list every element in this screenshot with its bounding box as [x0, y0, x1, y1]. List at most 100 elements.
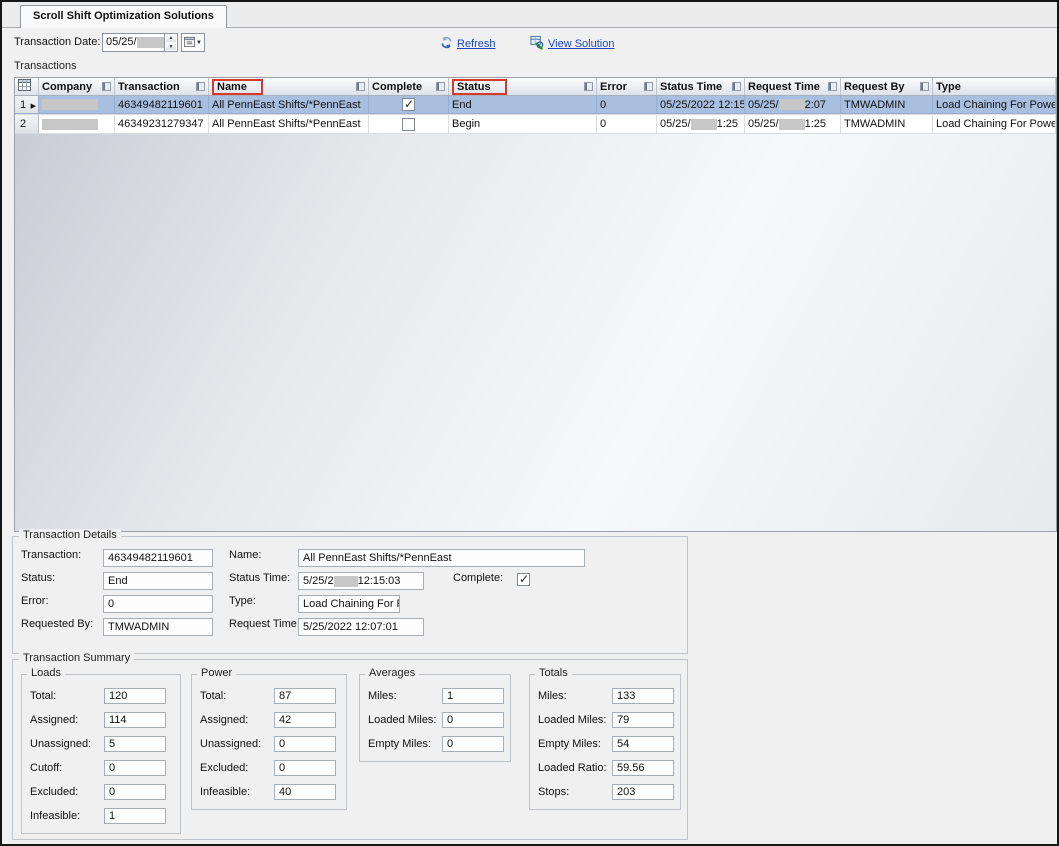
summary-field-row: Excluded:0: [200, 759, 340, 776]
summary-value-field: 120: [104, 688, 166, 704]
column-pin-icon[interactable]: [732, 82, 741, 91]
row-number: 2: [20, 118, 26, 130]
field-label: Assigned:: [200, 714, 274, 726]
summary-value-field: 42: [274, 712, 336, 728]
field-label: Cutoff:: [30, 762, 104, 774]
grid-header-row: Company Transaction Name Complete Status…: [15, 78, 1056, 96]
field-label: Request Time:: [229, 618, 300, 630]
column-header-status[interactable]: Status: [449, 78, 597, 95]
company-cell: [39, 96, 115, 114]
column-pin-icon[interactable]: [102, 82, 111, 91]
summary-field-row: Total:120: [30, 687, 174, 704]
field-label: Infeasible:: [200, 786, 274, 798]
column-pin-icon[interactable]: [356, 82, 365, 91]
field-label: Name:: [229, 549, 261, 561]
field-label: Complete:: [453, 572, 503, 584]
column-header-name[interactable]: Name: [209, 78, 369, 95]
toolbar: Transaction Date: 05/25/ ▼ Refresh: [2, 29, 1057, 57]
row-number: 1: [20, 99, 26, 111]
redaction-block: [334, 576, 358, 587]
table-row[interactable]: 1 46349482119601 All PennEast Shifts/*Pe…: [15, 96, 1056, 115]
transaction-date-input[interactable]: 05/25/: [102, 33, 164, 52]
tab-scroll-shift-optimization[interactable]: Scroll Shift Optimization Solutions: [20, 5, 227, 28]
summary-field-row: Excluded:0: [30, 783, 174, 800]
loads-group: Loads Total:120 Assigned:114 Unassigned:…: [21, 674, 181, 834]
requested-by-field: TMWADMIN: [103, 618, 213, 636]
request-time-pre: 05/25/: [748, 118, 779, 130]
summary-field-row: Loaded Ratio:59.56: [538, 759, 674, 776]
type-field: Load Chaining For P: [298, 595, 400, 613]
column-pin-icon[interactable]: [584, 82, 593, 91]
request-time-pre: 05/25/: [748, 99, 779, 111]
summary-value-field: 0: [442, 736, 504, 752]
field-label: Error:: [21, 595, 49, 607]
field-label: Transaction:: [21, 549, 81, 561]
transaction-date-control: 05/25/ ▼: [102, 33, 205, 52]
spinner-down-button[interactable]: [165, 43, 177, 52]
column-pin-icon[interactable]: [196, 82, 205, 91]
field-label: Status:: [21, 572, 55, 584]
summary-value-field: 114: [104, 712, 166, 728]
column-pin-icon[interactable]: [828, 82, 837, 91]
refresh-label: Refresh: [457, 38, 496, 50]
column-header-type[interactable]: Type: [933, 78, 1056, 95]
column-pin-icon[interactable]: [436, 82, 445, 91]
field-label: Status Time:: [229, 572, 290, 584]
column-header-request-by[interactable]: Request By: [841, 78, 933, 95]
error-cell: 0: [597, 115, 657, 133]
request-time-field: 5/25/2022 12:07:01: [298, 618, 424, 636]
complete-checkbox: [402, 98, 415, 111]
column-pin-icon[interactable]: [920, 82, 929, 91]
refresh-icon: [439, 35, 454, 53]
view-solution-link[interactable]: View Solution: [530, 35, 614, 53]
field-label: Total:: [200, 690, 274, 702]
redaction-block: [779, 99, 805, 110]
column-pin-icon[interactable]: [644, 82, 653, 91]
column-header-transaction[interactable]: Transaction: [115, 78, 209, 95]
column-header-status-time[interactable]: Status Time: [657, 78, 745, 95]
view-solution-label: View Solution: [548, 38, 614, 50]
request-by-cell: TMWADMIN: [841, 96, 933, 114]
error-cell: 0: [597, 96, 657, 114]
status-time-cell: 05/25/2022 12:15: [657, 96, 745, 114]
transaction-details-group: Transaction Details Transaction: 4634948…: [12, 536, 688, 654]
current-row-arrow-icon: [31, 99, 36, 111]
column-header-company[interactable]: Company: [39, 78, 115, 95]
summary-field-row: Unassigned:0: [200, 735, 340, 752]
status-time-pre: 05/25/: [660, 118, 691, 130]
summary-field-row: Miles:1: [368, 687, 504, 704]
field-label: Unassigned:: [200, 738, 274, 750]
date-spinner: [164, 33, 178, 52]
column-header-label: Transaction: [118, 81, 180, 93]
spinner-up-button[interactable]: [165, 34, 177, 43]
view-solution-icon: [530, 35, 545, 53]
table-row[interactable]: 2 46349231279347 All PennEast Shifts/*Pe…: [15, 115, 1056, 134]
field-label: Excluded:: [200, 762, 274, 774]
field-label: Empty Miles:: [368, 738, 442, 750]
group-title: Loads: [27, 667, 65, 679]
status-time-cell: 05/25/1:25: [657, 115, 745, 133]
summary-value-field: 59.56: [612, 760, 674, 776]
row-number-cell: 2: [15, 115, 39, 133]
row-number-cell: 1: [15, 96, 39, 114]
request-time-cell: 05/25/1:25: [745, 115, 841, 133]
calendar-dropdown-button[interactable]: ▼: [181, 33, 205, 52]
summary-field-row: Stops:203: [538, 783, 674, 800]
summary-value-field: 0: [274, 736, 336, 752]
column-header-error[interactable]: Error: [597, 78, 657, 95]
refresh-link[interactable]: Refresh: [439, 35, 496, 53]
summary-field-row: Unassigned:5: [30, 735, 174, 752]
column-header-label: Request Time: [748, 81, 820, 93]
column-header-request-time[interactable]: Request Time: [745, 78, 841, 95]
complete-checkbox: [402, 118, 415, 131]
group-title: Power: [197, 667, 236, 679]
row-selector-header[interactable]: [15, 78, 39, 95]
summary-value-field: 0: [274, 760, 336, 776]
summary-value-field: 1: [104, 808, 166, 824]
field-label: Type:: [229, 595, 256, 607]
group-title: Averages: [365, 667, 419, 679]
type-cell: Load Chaining For Powers: [933, 115, 1056, 133]
column-header-complete[interactable]: Complete: [369, 78, 449, 95]
summary-field-row: Cutoff:0: [30, 759, 174, 776]
summary-value-field: 5: [104, 736, 166, 752]
